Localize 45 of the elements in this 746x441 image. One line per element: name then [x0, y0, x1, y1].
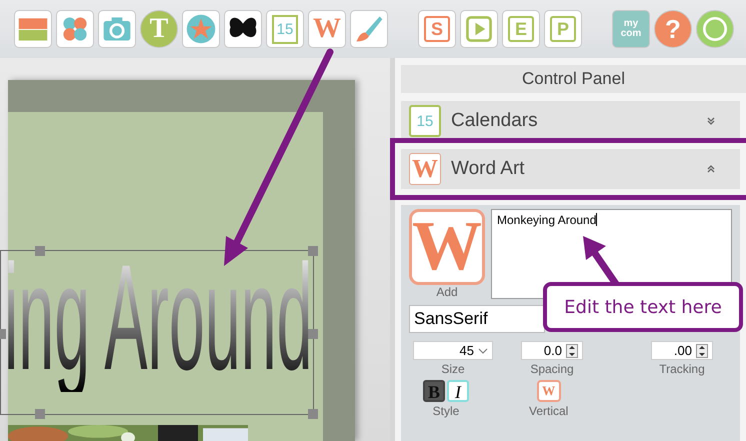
add-word-art-button[interactable]: W [409, 209, 485, 285]
section-label: Word Art [451, 158, 526, 180]
italic-button[interactable]: I [447, 380, 469, 402]
spinner-arrows-icon [566, 344, 578, 358]
letter-icon: S [424, 16, 450, 42]
annotation-tooltip: Edit the text here [543, 282, 743, 332]
tool-button[interactable]: T [140, 10, 178, 48]
tool-button[interactable] [224, 10, 262, 48]
vertical-button[interactable]: W [536, 380, 561, 402]
letter-icon: 15 [272, 14, 298, 44]
letter-icon: P [550, 16, 576, 42]
tool-button[interactable]: S [418, 10, 456, 48]
section-label: Calendars [451, 110, 539, 132]
letter-icon: W [313, 15, 341, 43]
help-icon: ? [665, 16, 681, 42]
collapse-icon [706, 164, 716, 174]
bold-button[interactable]: B [423, 380, 445, 402]
tracking-spinner[interactable]: .00 [651, 341, 713, 360]
section-header[interactable]: 15 Calendars [401, 101, 740, 141]
size-dropdown[interactable]: 45 [413, 341, 493, 360]
add-label: Add [436, 285, 458, 299]
panel-title: Control Panel [401, 65, 746, 93]
letter-icon: my com [617, 18, 645, 40]
style-label: Style [432, 404, 460, 418]
spinner-arrows-icon [696, 344, 708, 358]
tool-button[interactable]: P [544, 10, 582, 48]
font-field[interactable]: SansSerif [409, 305, 545, 333]
tool-button[interactable]: 15 [266, 10, 304, 48]
section-icon: W [409, 153, 441, 185]
tool-button[interactable]: my com [612, 10, 650, 48]
letter-icon: E [508, 16, 534, 42]
spacing-spinner[interactable]: 0.0 [521, 341, 583, 360]
caret-icon [478, 348, 488, 354]
tool-button[interactable]: W [308, 10, 346, 48]
size-label: Size [441, 362, 465, 376]
play-icon [463, 13, 495, 45]
section-header[interactable]: W Word Art [401, 149, 740, 189]
tool-button[interactable]: E [502, 10, 540, 48]
tracking-label: Tracking [659, 362, 705, 376]
vertical-label: Vertical [529, 404, 568, 418]
letter-icon: T [150, 15, 168, 43]
section-icon: 15 [409, 105, 441, 137]
spacing-label: Spacing [530, 362, 574, 376]
help-button[interactable]: ? [654, 10, 692, 48]
expand-icon [706, 116, 716, 126]
